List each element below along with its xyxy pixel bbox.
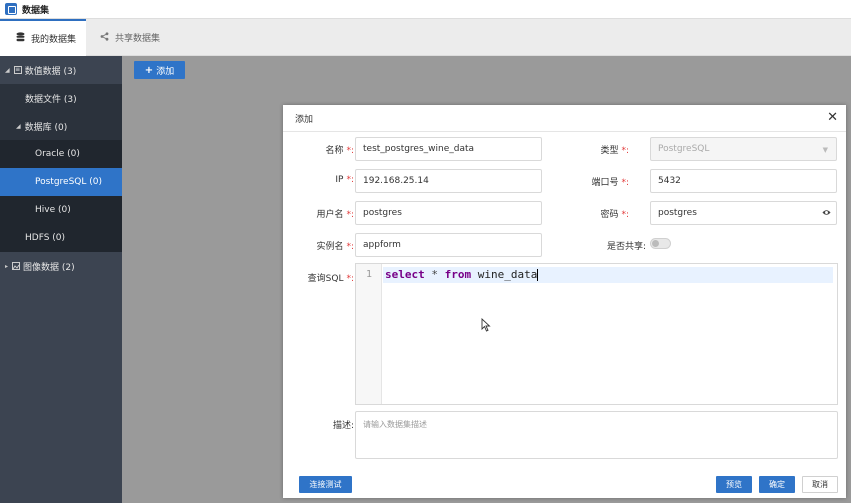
tab-my-datasets[interactable]: 我的数据集 [0,19,86,56]
port-input[interactable]: 5432 [650,169,837,193]
sidebar-item-oracle[interactable]: Oracle (0) [0,140,122,168]
ip-input[interactable]: 192.168.25.14 [355,169,542,193]
shared-toggle[interactable] [650,238,671,249]
sql-code-line[interactable]: select * from wine_data [383,267,833,283]
caret-down-icon: ◢ [5,66,10,74]
tab-bar: 我的数据集 共享数据集 [0,19,851,56]
name-label: 名称 *: [325,146,354,156]
sidebar-item-hdfs[interactable]: HDFS (0) [0,224,122,252]
preview-button[interactable]: 预览 [716,476,752,493]
line-number: 1 [365,269,373,280]
ip-label: IP *: [335,175,354,185]
shared-label: 是否共享: [606,242,646,252]
plus-icon: + [144,64,154,76]
close-icon[interactable]: ✕ [827,111,838,125]
sidebar-item-image-data[interactable]: ▸ 图像数据 (2) [0,252,122,280]
sidebar-item-numeric-data[interactable]: ◢ ≡ 数值数据 (3) [0,56,122,84]
password-input[interactable]: postgres [650,201,837,225]
window-titlebar: 数据集 [0,0,851,19]
description-label: 描述: [332,421,354,431]
sql-editor[interactable]: 1 select * from wine_data [355,263,838,405]
toggle-knob [652,240,659,247]
dialog-header: 添加 ✕ [283,105,846,132]
username-input[interactable]: postgres [355,201,542,225]
dialog-title: 添加 [295,114,314,125]
database-icon [16,32,25,45]
sidebar-item-database[interactable]: ◢ 数据库 (0) [0,112,122,140]
caret-down-icon: ◢ [16,122,21,130]
add-dataset-dialog: 添加 ✕ 名称 *: test_postgres_wine_data 类型 *: P… [283,105,846,498]
chevron-down-icon: ▼ [822,146,828,154]
instance-input[interactable]: appform [355,233,542,257]
add-button[interactable]: + 添加 [134,61,185,79]
cancel-button[interactable]: 取消 [802,476,838,493]
sidebar-item-hive[interactable]: Hive (0) [0,196,122,224]
type-select[interactable]: PostgreSQL ▼ [650,137,837,161]
mouse-cursor-icon [481,318,491,332]
sidebar-item-postgresql[interactable]: PostgreSQL (0) [0,168,122,196]
sql-label: 查询SQL *: [307,274,354,284]
name-input[interactable]: test_postgres_wine_data [355,137,542,161]
password-label: 密码 *: [600,210,629,220]
description-textarea[interactable]: 请输入数据集描述 [355,411,838,459]
text-caret [537,269,539,281]
eye-icon[interactable] [822,208,831,217]
instance-label: 实例名 *: [316,242,354,252]
caret-right-icon: ▸ [5,262,9,270]
app-icon [5,3,17,15]
editor-gutter: 1 [356,264,382,404]
share-icon [100,31,109,44]
type-label: 类型 *: [600,146,629,156]
sidebar: ◢ ≡ 数值数据 (3) 数据文件 (3) ◢ 数据库 (0) Oracle (… [0,56,122,503]
image-data-icon [12,262,21,270]
numeric-data-icon: ≡ [13,66,22,74]
window-title: 数据集 [22,5,50,16]
port-label: 端口号 *: [591,178,629,188]
username-label: 用户名 *: [316,210,354,220]
confirm-button[interactable]: 确定 [759,476,795,493]
connection-test-button[interactable]: 连接测试 [299,476,352,493]
sidebar-item-data-files[interactable]: 数据文件 (3) [0,84,122,112]
tab-shared-datasets[interactable]: 共享数据集 [100,19,180,56]
